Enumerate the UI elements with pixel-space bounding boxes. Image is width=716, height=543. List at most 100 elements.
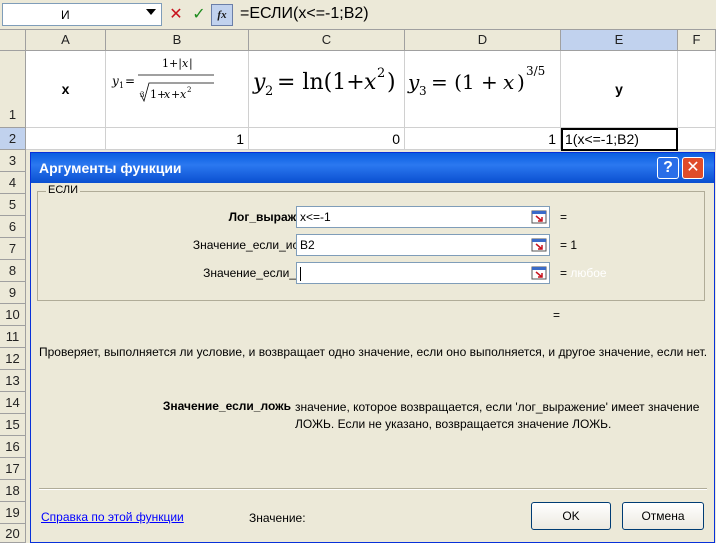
svg-text:x: x <box>364 70 377 95</box>
row-header-18[interactable]: 18 <box>0 480 26 502</box>
svg-text:2: 2 <box>265 84 273 99</box>
help-arg-description: значение, которое возвращается, если 'ло… <box>295 400 700 431</box>
row-header-17[interactable]: 17 <box>0 458 26 480</box>
cell-c2[interactable]: 0 <box>249 128 405 150</box>
row-header-9[interactable]: 9 <box>0 282 26 304</box>
value-if-true-result: = 1 <box>560 238 578 252</box>
column-header-a[interactable]: A <box>26 30 106 51</box>
row-header-19[interactable]: 19 <box>0 502 26 524</box>
svg-text:= (1 +: = (1 + <box>431 70 498 94</box>
value-if-false-input[interactable] <box>296 262 550 284</box>
svg-text:2: 2 <box>377 66 385 81</box>
collapse-dialog-icon[interactable] <box>531 210 547 224</box>
cell-a1-text: x <box>61 81 70 97</box>
cell-e1-text: y <box>615 81 623 97</box>
svg-text:y: y <box>252 70 266 95</box>
name-box[interactable]: И <box>2 3 162 26</box>
row-header-20[interactable]: 20 <box>0 524 26 543</box>
formula-y1-image: y 1 = 1+| x | 3 1+ x + x 2 <box>111 57 214 103</box>
row-header-16[interactable]: 16 <box>0 436 26 458</box>
cell-f2[interactable] <box>678 128 716 150</box>
row-header-4[interactable]: 4 <box>0 172 26 194</box>
svg-text:= ln(1+: = ln(1+ <box>277 70 365 95</box>
svg-text:x: x <box>503 70 514 94</box>
cancel-button[interactable]: Отмена <box>622 502 704 530</box>
ok-button[interactable]: OK <box>531 502 611 530</box>
cell-f1[interactable] <box>678 51 716 128</box>
logical-test-result: = <box>560 210 568 224</box>
row-header-3[interactable]: 3 <box>0 150 26 172</box>
dialog-separator <box>39 488 707 490</box>
row-header-5[interactable]: 5 <box>0 194 26 216</box>
close-icon[interactable]: ✕ <box>682 157 704 179</box>
column-header-d[interactable]: D <box>405 30 561 51</box>
formula-value-label: Значение: <box>249 511 306 525</box>
row-header-13[interactable]: 13 <box>0 370 26 392</box>
row-header-6[interactable]: 6 <box>0 216 26 238</box>
svg-text:=: = <box>125 74 135 88</box>
function-help-link[interactable]: Справка по этой функции <box>41 510 184 524</box>
svg-text:1: 1 <box>119 81 124 90</box>
svg-text:x: x <box>182 57 189 70</box>
svg-text:+: + <box>171 88 180 101</box>
row-header-10[interactable]: 10 <box>0 304 26 326</box>
value-if-false-type: любое <box>570 266 607 280</box>
svg-text:|: | <box>189 57 193 71</box>
cell-e2-active[interactable]: 1(x<=-1;B2) <box>561 128 678 151</box>
formula-y3-image: y 3 = (1 + x ) 3/5 <box>407 64 545 98</box>
row-header-11[interactable]: 11 <box>0 326 26 348</box>
function-name-label: ЕСЛИ <box>46 184 81 196</box>
value-if-false-result: = любое <box>560 266 607 280</box>
value-if-false-eq: = <box>560 266 568 280</box>
select-all-corner[interactable] <box>0 30 26 51</box>
cell-d2[interactable]: 1 <box>405 128 561 150</box>
column-header-b[interactable]: B <box>106 30 249 51</box>
collapse-dialog-icon[interactable] <box>531 266 547 280</box>
row-header-14[interactable]: 14 <box>0 392 26 414</box>
row-header-1[interactable]: 1 <box>0 51 26 128</box>
column-header-e[interactable]: E <box>561 30 678 51</box>
dialog-title: Аргументы функции <box>39 160 182 176</box>
logical-test-input[interactable]: x<=-1 <box>296 206 550 228</box>
column-header-c[interactable]: C <box>249 30 405 51</box>
svg-text:3: 3 <box>419 84 427 98</box>
function-arguments-dialog: Аргументы функции ? ✕ ЕСЛИ Лог_выражение… <box>30 152 715 543</box>
insert-function-icon[interactable]: fx <box>211 4 233 26</box>
logical-test-value: x<=-1 <box>300 210 331 224</box>
svg-text:): ) <box>387 70 396 95</box>
name-box-value: И <box>61 8 70 22</box>
cancel-formula-icon[interactable]: ✕ <box>166 5 186 25</box>
formula-result-eq: = <box>553 308 561 322</box>
name-box-dropdown-icon[interactable] <box>146 9 156 15</box>
svg-text:): ) <box>517 70 525 94</box>
svg-text:y: y <box>111 74 119 88</box>
formula-bar: И ✕ ✓ fx =ЕСЛИ(x<=-1;B2) <box>0 0 716 30</box>
svg-text:3/5: 3/5 <box>526 64 545 78</box>
cell-e1[interactable]: y <box>561 51 678 128</box>
cell-b1[interactable]: y 1 = 1+| x | 3 1+ x + x 2 <box>106 51 249 128</box>
function-description: Проверяет, выполняется ли условие, и воз… <box>39 345 708 359</box>
arguments-group: ЕСЛИ Лог_выражение x<=-1 = Значение_если… <box>37 184 705 301</box>
value-if-true-input[interactable]: B2 <box>296 234 550 256</box>
cell-a2[interactable] <box>26 128 106 150</box>
cell-c1[interactable]: y 2 = ln(1+ x 2 ) <box>249 51 405 128</box>
enter-formula-icon[interactable]: ✓ <box>189 5 209 25</box>
collapse-dialog-icon[interactable] <box>531 238 547 252</box>
cell-a1[interactable]: x <box>26 51 106 128</box>
svg-text:1+|: 1+| <box>162 57 182 71</box>
row-header-2[interactable]: 2 <box>0 128 26 150</box>
formula-y2-image: y 2 = ln(1+ x 2 ) <box>252 66 396 99</box>
help-arg-name: Значение_если_ложь <box>162 399 291 413</box>
row-header-15[interactable]: 15 <box>0 414 26 436</box>
svg-text:2: 2 <box>187 86 191 94</box>
column-header-f[interactable]: F <box>678 30 716 51</box>
cell-d1[interactable]: y 3 = (1 + x ) 3/5 <box>405 51 561 128</box>
formula-input[interactable]: =ЕСЛИ(x<=-1;B2) <box>240 5 369 23</box>
row-header-7[interactable]: 7 <box>0 238 26 260</box>
text-cursor <box>300 266 301 281</box>
help-icon[interactable]: ? <box>657 157 679 179</box>
row-header-12[interactable]: 12 <box>0 348 26 370</box>
row-header-8[interactable]: 8 <box>0 260 26 282</box>
cell-b2[interactable]: 1 <box>106 128 249 150</box>
dialog-titlebar[interactable]: Аргументы функции <box>31 153 714 183</box>
